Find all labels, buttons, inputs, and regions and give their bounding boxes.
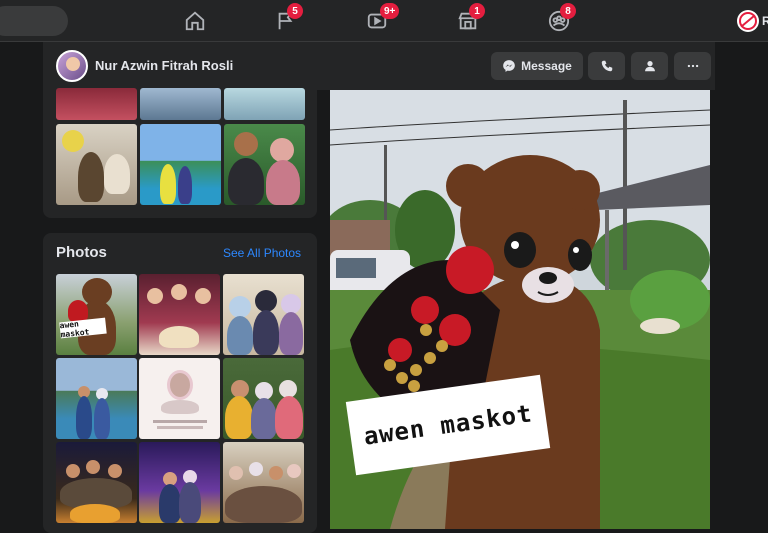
call-button[interactable] [588, 52, 625, 80]
search-input[interactable] [0, 6, 68, 36]
watch-notification-badge: 9+ [380, 3, 400, 19]
friends-card [43, 88, 317, 218]
photo-thumbnail[interactable] [223, 274, 304, 355]
photo-thumbnail[interactable] [139, 442, 220, 523]
watch-video-icon[interactable]: 9+ [364, 3, 400, 34]
person-icon [644, 61, 655, 72]
no-entry-icon [739, 12, 757, 30]
marketplace-notification-badge: 1 [469, 3, 485, 19]
photos-title: Photos [56, 244, 107, 261]
friend-photo[interactable] [56, 124, 137, 205]
photo-thumbnail[interactable] [56, 442, 137, 523]
message-button-label: Message [521, 59, 572, 73]
account-avatar[interactable] [737, 10, 759, 32]
pages-flag-icon[interactable]: 5 [273, 3, 303, 34]
groups-icon[interactable]: 8 [546, 3, 576, 34]
home-icon[interactable] [182, 8, 208, 34]
marketplace-store-icon[interactable]: 1 [455, 3, 485, 34]
photo-thumbnail[interactable] [56, 358, 137, 439]
phone-icon [601, 60, 612, 72]
friend-photo[interactable] [140, 124, 221, 205]
more-dots-icon [687, 64, 698, 68]
profile-name[interactable]: Nur Azwin Fitrah Rosli [95, 58, 233, 73]
friend-photo[interactable] [56, 88, 137, 120]
friend-photo[interactable] [224, 88, 305, 120]
messenger-icon [503, 60, 515, 72]
photo-thumbnail[interactable] [223, 442, 304, 523]
pages-notification-badge: 5 [287, 3, 303, 19]
post-photo-caption-text: awen maskot [361, 399, 535, 451]
more-options-button[interactable] [674, 52, 711, 80]
photo-thumbnail[interactable] [139, 274, 220, 355]
profile-avatar[interactable] [56, 50, 88, 82]
message-button[interactable]: Message [491, 52, 583, 80]
friend-photo[interactable] [224, 124, 305, 205]
groups-notification-badge: 8 [560, 3, 576, 19]
friend-status-button[interactable] [631, 52, 668, 80]
photo-thumbnail[interactable] [56, 274, 137, 355]
photo-thumbnail[interactable] [139, 358, 220, 439]
top-navigation-bar: 5 9+ 1 8 R [0, 0, 768, 42]
account-label: R [762, 14, 768, 28]
friend-photo[interactable] [140, 88, 221, 120]
thumbnail-caption: awen maskot [59, 317, 107, 339]
see-all-photos-link[interactable]: See All Photos [223, 246, 301, 260]
photo-thumbnail[interactable] [223, 358, 304, 439]
